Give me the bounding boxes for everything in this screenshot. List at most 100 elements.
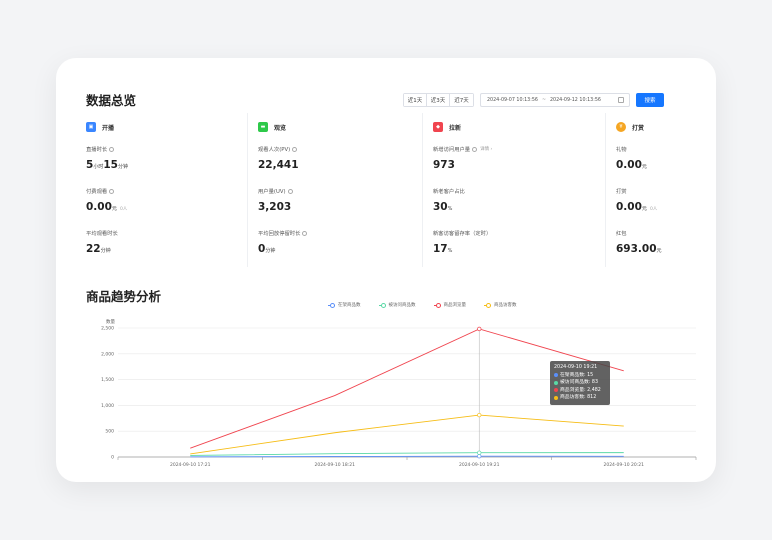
data-point [477, 450, 482, 455]
legend-item[interactable]: 在架商品数 [328, 302, 361, 308]
stat-unit: 元 [641, 206, 647, 212]
stat-value: 22 [86, 243, 101, 255]
legend-label: 在架商品数 [338, 303, 361, 308]
range-1d-button[interactable]: 近1天 [404, 94, 427, 106]
legend-item[interactable]: 商品访客数 [484, 302, 517, 308]
help-icon[interactable] [292, 146, 298, 152]
legend-label: 商品浏览量 [443, 303, 467, 308]
data-point [477, 326, 482, 332]
detail-link[interactable]: 详情 › [480, 146, 492, 152]
search-button[interactable]: 搜索 [636, 93, 664, 107]
help-icon[interactable] [302, 230, 308, 236]
stat-unit: 元 [111, 206, 117, 212]
stat-label: 红包 [616, 231, 627, 237]
help-icon[interactable] [109, 188, 115, 194]
stat-value: 0.00 [616, 201, 642, 213]
stats-column-live: ▣ 开播 直播时长 5小时15分钟 付费观看 0.00元 0人 平均观看时长 22分… [76, 113, 248, 267]
stat-retention: 新客访客留存率（定时） 17% [433, 225, 605, 267]
data-point [477, 454, 482, 459]
stats-grid: ▣ 开播 直播时长 5小时15分钟 付费观看 0.00元 0人 平均观看时长 22分… [76, 113, 696, 267]
stats-column-acquire: ◆ 拉新 新增访问用户量 详情 › 973 新老客户占比 30% 新客访客留存率（定… [423, 113, 606, 267]
stat-value2: 15 [103, 159, 118, 171]
legend-item[interactable]: 被访问商品数 [378, 302, 416, 308]
date-range-picker[interactable]: 2024-09-07 10:13:56 ~ 2024-09-12 10:13:5… [480, 93, 630, 107]
legend-item[interactable]: 商品浏览量 [433, 302, 467, 308]
y-tick-label: 1,500 [101, 377, 114, 383]
legend-marker [433, 303, 441, 308]
tooltip-row: 被访问商品数: 83 [554, 379, 606, 387]
y-tick-label: 500 [105, 429, 114, 435]
trend-title: 商品趋势分析 [86, 289, 162, 304]
stat-value: 22,441 [258, 159, 299, 171]
stat-value: 0.00 [86, 201, 112, 213]
help-icon[interactable] [472, 146, 478, 152]
x-tick-label: 2024-09-10 20:21 [603, 462, 644, 468]
chat-icon: ▬ [258, 122, 268, 132]
stat-label: 新增访问用户量 [433, 147, 471, 153]
tooltip-row: 在架商品数: 15 [554, 372, 606, 380]
column-title: 观览 [274, 124, 287, 132]
filter-toolbar: 近1天 近3天 近7天 2024-09-07 10:13:56 ~ 2024-0… [403, 93, 664, 107]
stat-new-users: 新增访问用户量 详情 › 973 [433, 141, 605, 183]
stat-red-packet: 红包 693.00元 [616, 225, 696, 267]
legend-marker [328, 303, 335, 308]
tooltip-row: 商品浏览量: 2,482 [554, 387, 606, 395]
stat-avg-watch: 平均观看时长 22分钟 [86, 225, 247, 267]
y-axis-label: 数量 [106, 318, 115, 325]
tooltip-label: 被访问商品数: 83 [560, 380, 599, 385]
stat-label: 观看人次(PV) [258, 147, 291, 153]
date-separator: ~ [541, 97, 546, 103]
stat-label: 平均回放停留时长 [258, 231, 301, 237]
legend-marker [484, 303, 491, 308]
stat-label: 新客访客留存率（定时） [433, 231, 492, 237]
coin-icon: ¥ [616, 122, 626, 132]
stat-new-old-ratio: 新老客户占比 30% [433, 183, 605, 225]
stat-value: 30 [433, 201, 448, 213]
legend-marker [378, 303, 386, 308]
calendar-icon [618, 97, 624, 103]
stat-label: 直播时长 [86, 147, 108, 153]
legend-label: 商品访客数 [494, 303, 517, 308]
date-start: 2024-09-07 10:13:56 [487, 97, 538, 103]
stat-label: 新老客户占比 [433, 189, 465, 195]
tooltip-label: 商品访客数: 812 [560, 395, 597, 400]
data-point [477, 412, 482, 418]
stat-unit: 元 [656, 248, 662, 254]
stat-label: 平均观看时长 [86, 231, 118, 237]
stat-value: 693.00 [616, 243, 657, 255]
range-7d-button[interactable]: 近7天 [450, 94, 473, 106]
stats-column-view: ▬ 观览 观看人次(PV) 22,441 用户量(UV) 3,203 平均回放停留… [248, 113, 423, 267]
tooltip-label: 商品浏览量: 2,482 [560, 387, 601, 393]
tooltip-dot [554, 380, 558, 385]
tooltip-dot [554, 373, 558, 378]
y-tick-label: 1,000 [101, 403, 114, 409]
y-tick-label: 2,000 [101, 351, 114, 357]
column-title: 开播 [102, 124, 115, 132]
stat-uv: 用户量(UV) 3,203 [258, 183, 422, 225]
range-segment: 近1天 近3天 近7天 [403, 93, 474, 107]
stat-unit: 元 [641, 164, 647, 170]
stat-paid-view: 付费观看 0.00元 0人 [86, 183, 247, 225]
tooltip-dot [554, 388, 558, 393]
stat-live-duration: 直播时长 5小时15分钟 [86, 141, 247, 183]
column-title: 打赏 [632, 124, 645, 132]
stat-label: 用户量(UV) [258, 189, 286, 195]
stat-label: 打赏 [616, 189, 627, 195]
tooltip-time: 2024-09-10 19:21 [554, 365, 598, 370]
stat-sub: 0人 [649, 207, 658, 212]
help-icon[interactable] [287, 188, 293, 194]
chart-tooltip: 2024-09-10 19:21 在架商品数: 15 被访问商品数: 83 商品… [550, 361, 610, 405]
stat-sub: 0人 [119, 207, 128, 212]
range-3d-button[interactable]: 近3天 [427, 94, 450, 106]
stat-unit: % [447, 206, 453, 212]
series-line-1 [190, 452, 624, 456]
help-icon[interactable] [109, 146, 115, 152]
x-tick-label: 2024-09-10 19:21 [459, 462, 500, 468]
x-tick-label: 2024-09-10 17:21 [170, 462, 211, 468]
stat-unit: % [447, 248, 453, 254]
tooltip-dot [554, 395, 558, 400]
stat-value: 973 [433, 159, 455, 171]
dashboard-card: 数据总览 近1天 近3天 近7天 2024-09-07 10:13:56 ~ 2… [56, 58, 716, 482]
stat-unit: 分钟 [265, 248, 276, 254]
series-line-3 [190, 414, 624, 455]
